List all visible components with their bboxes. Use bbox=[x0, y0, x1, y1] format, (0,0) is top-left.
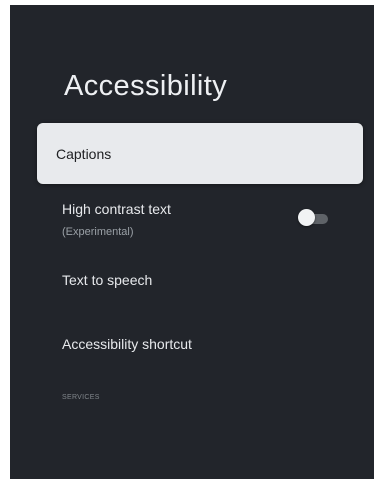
menu-item-accessibility-shortcut[interactable]: Accessibility shortcut bbox=[36, 336, 362, 352]
menu-item-label: Accessibility shortcut bbox=[62, 336, 192, 352]
page-title: Accessibility bbox=[64, 70, 228, 102]
menu-item-label: Text to speech bbox=[62, 272, 153, 288]
tv-settings-screen: Accessibility Captions High contrast tex… bbox=[10, 5, 374, 479]
section-header-services: SERVICES bbox=[62, 394, 100, 401]
menu-item-label: High contrast text bbox=[62, 201, 171, 217]
toggle-thumb bbox=[298, 209, 315, 226]
menu-item-captions[interactable]: Captions bbox=[37, 123, 363, 184]
menu-item-text-to-speech[interactable]: Text to speech bbox=[36, 272, 362, 288]
menu-item-label: Captions bbox=[56, 145, 112, 162]
high-contrast-toggle[interactable] bbox=[298, 209, 330, 229]
